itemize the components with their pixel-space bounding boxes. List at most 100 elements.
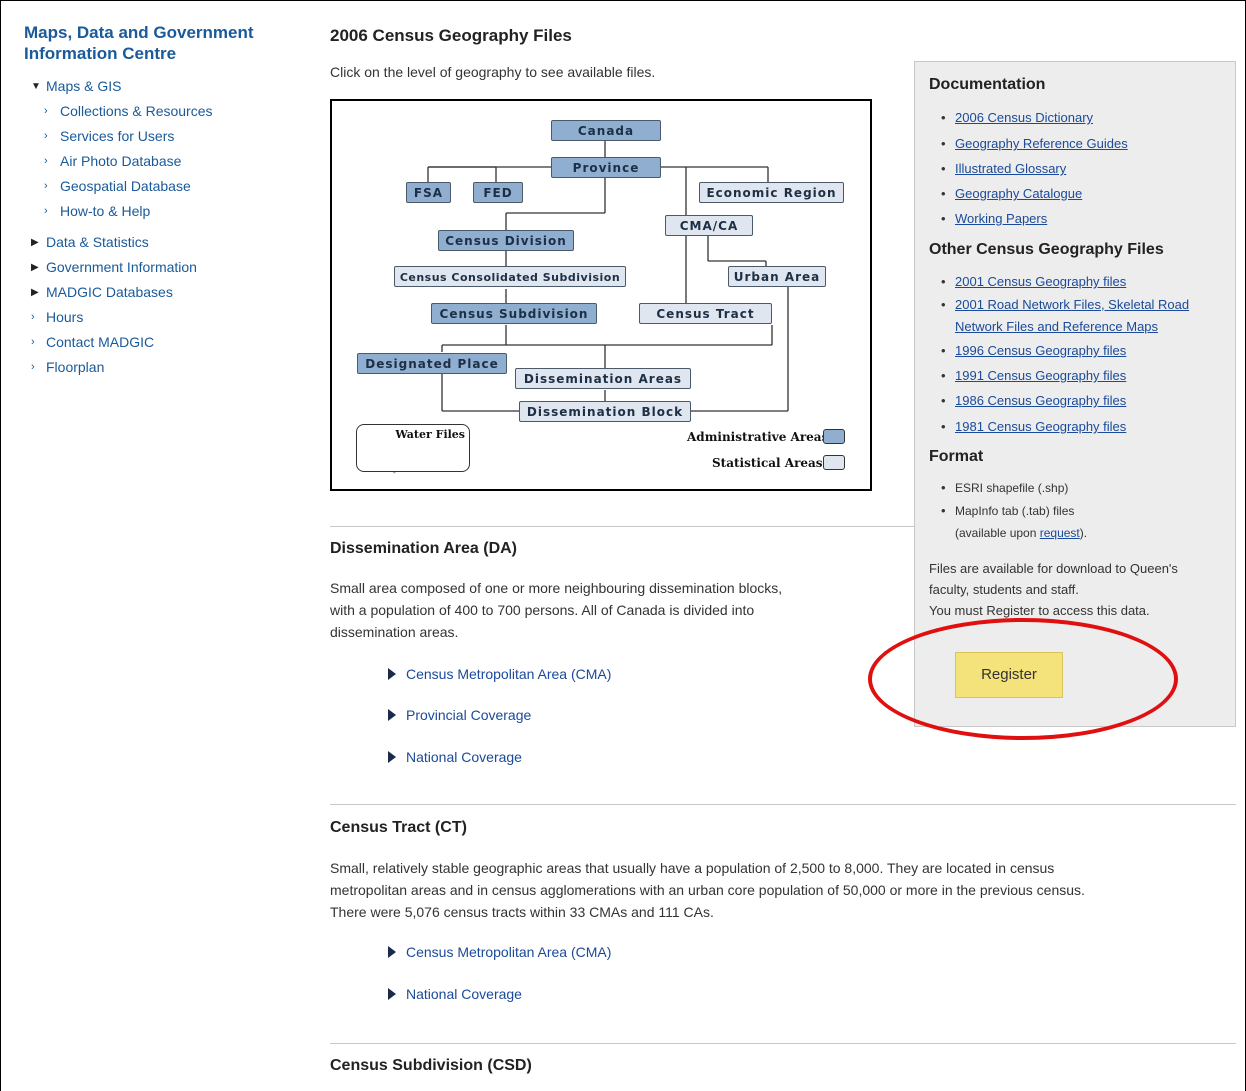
node-cma-ca[interactable]: CMA/CA — [665, 215, 753, 236]
ct-national-link[interactable]: National Coverage — [388, 984, 522, 1004]
play-triangle-icon — [388, 751, 396, 763]
other-file-item: • 1991 Census Geography files — [941, 368, 1127, 383]
collapsed-triangle-icon: ▶ — [31, 262, 39, 273]
expanded-triangle-icon: ▼ — [31, 81, 41, 92]
doc-link-item: • 2006 Census Dictionary — [941, 110, 1094, 125]
census-1991-link[interactable]: 1991 Census Geography files — [955, 368, 1126, 383]
doc-link-item: • Geography Reference Guides — [941, 136, 1128, 151]
section-desc-ct: Small, relatively stable geographic area… — [330, 860, 1085, 920]
census-2001-link[interactable]: 2001 Census Geography files — [955, 274, 1126, 289]
nav-item-contact[interactable]: › Contact MADGIC — [24, 330, 284, 355]
other-file-item: • 2001 Census Geography files — [941, 274, 1127, 289]
node-canada[interactable]: Canada — [551, 120, 661, 141]
arrow-icon: › — [31, 311, 35, 323]
node-economic-region[interactable]: Economic Region — [699, 182, 844, 203]
format-item: • MapInfo tab (.tab) files (available upon… — [941, 503, 1088, 540]
other-file-item: • 1986 Census Geography files — [941, 393, 1127, 408]
format-list: • ESRI shapefile (.shp) • MapInfo tab (.ta… — [929, 476, 1221, 544]
page-title: 2006 Census Geography Files — [330, 26, 572, 45]
node-dissemination-block[interactable]: Dissemination Block — [519, 401, 691, 422]
section-divider — [330, 804, 1236, 805]
other-file-item: • 2001 Road Network Files, Skeletal Road … — [941, 297, 1190, 334]
nav-item-howto[interactable]: › How-to & Help — [24, 199, 284, 224]
other-files-heading: Other Census Geography Files — [929, 241, 1164, 258]
census-dictionary-link[interactable]: 2006 Census Dictionary — [955, 110, 1093, 125]
nav-item-floorplan[interactable]: › Floorplan — [24, 355, 284, 380]
nav-item-gov-info[interactable]: ▶ Government Information — [24, 255, 284, 280]
illustrated-glossary-link[interactable]: Illustrated Glossary — [955, 161, 1066, 176]
arrow-icon: › — [44, 105, 48, 117]
node-designated-place[interactable]: Designated Place — [357, 353, 507, 374]
play-triangle-icon — [388, 709, 396, 721]
node-fed[interactable]: FED — [473, 182, 523, 203]
da-national-link[interactable]: National Coverage — [388, 747, 522, 767]
play-triangle-icon — [388, 988, 396, 1000]
legend-admin-label: Administrative Areas — [687, 430, 829, 444]
nav-item-data-stats[interactable]: ▶ Data & Statistics — [24, 230, 284, 255]
node-urban-area[interactable]: Urban Area — [728, 266, 826, 287]
collapsed-triangle-icon: ▶ — [31, 237, 39, 248]
nav-item-madgic-db[interactable]: ▶ MADGIC Databases — [24, 280, 284, 305]
request-link[interactable]: request — [1040, 526, 1080, 540]
arrow-icon: › — [44, 180, 48, 192]
nav-item-collections[interactable]: › Collections & Resources — [24, 99, 284, 124]
format-item: • ESRI shapefile (.shp) — [941, 480, 1069, 495]
section-title-da: Dissemination Area (DA) — [330, 540, 517, 557]
nav-item-services[interactable]: › Services for Users — [24, 124, 284, 149]
play-triangle-icon — [388, 668, 396, 680]
ct-cma-link[interactable]: Census Metropolitan Area (CMA) — [388, 942, 611, 962]
geography-reference-guides-link[interactable]: Geography Reference Guides — [955, 136, 1128, 151]
sidebar-nav: ▼ Maps & GIS › Collections & Resources › Se… — [24, 74, 284, 380]
nav-item-maps-gis[interactable]: ▼ Maps & GIS — [24, 74, 284, 99]
node-census-consolidated-subdivision[interactable]: Census Consolidated Subdivision — [394, 266, 626, 287]
road-network-2001-link[interactable]: 2001 Road Network Files, Skeletal Road N… — [955, 297, 1189, 334]
documentation-list: • 2006 Census Dictionary • Geography Refer… — [929, 105, 1221, 231]
water-files-button[interactable]: Water Files — [356, 424, 470, 472]
doc-link-item: • Geography Catalogue — [941, 186, 1083, 201]
format-heading: Format — [929, 448, 984, 465]
arrow-icon: › — [44, 130, 48, 142]
legend-stat-swatch — [823, 455, 845, 470]
other-files-list: • 2001 Census Geography files • 2001 Road … — [929, 270, 1221, 440]
section-desc-da: Small area composed of one or more neigh… — [330, 580, 783, 640]
collapsed-triangle-icon: ▶ — [31, 287, 39, 298]
census-1986-link[interactable]: 1986 Census Geography files — [955, 393, 1126, 408]
play-triangle-icon — [388, 946, 396, 958]
geography-hierarchy-diagram: Canada Province FSA FED Economic Region … — [330, 99, 872, 491]
doc-link-item: • Working Papers — [941, 211, 1048, 226]
legend-admin-swatch — [823, 429, 845, 444]
da-provincial-link[interactable]: Provincial Coverage — [388, 705, 531, 725]
arrow-icon: › — [31, 361, 35, 373]
node-province[interactable]: Province — [551, 157, 661, 178]
node-census-tract[interactable]: Census Tract — [639, 303, 772, 324]
section-divider — [330, 526, 914, 527]
census-1996-link[interactable]: 1996 Census Geography files — [955, 343, 1126, 358]
site-title[interactable]: Maps, Data and Government Information Ce… — [24, 22, 284, 64]
register-note: You must Register to access this data. — [929, 603, 1150, 618]
geography-catalogue-link[interactable]: Geography Catalogue — [955, 186, 1082, 201]
other-file-item: • 1981 Census Geography files — [941, 419, 1127, 434]
nav-item-geospatial[interactable]: › Geospatial Database — [24, 174, 284, 199]
census-1981-link[interactable]: 1981 Census Geography files — [955, 419, 1126, 434]
access-note: Files are available for download to Quee… — [929, 561, 1178, 597]
doc-link-item: • Illustrated Glossary — [941, 161, 1067, 176]
highlight-circle — [868, 618, 1178, 740]
section-title-ct: Census Tract (CT) — [330, 819, 467, 836]
da-cma-link[interactable]: Census Metropolitan Area (CMA) — [388, 664, 611, 684]
node-dissemination-areas[interactable]: Dissemination Areas — [515, 368, 691, 389]
intro-text: Click on the level of geography to see a… — [330, 64, 656, 80]
legend-stat-label: Statistical Areas — [712, 456, 823, 470]
section-title-csd: Census Subdivision (CSD) — [330, 1057, 532, 1074]
working-papers-link[interactable]: Working Papers — [955, 211, 1047, 226]
left-sidebar: Maps, Data and Government Information Ce… — [24, 22, 284, 380]
arrow-icon: › — [44, 155, 48, 167]
section-divider — [330, 1043, 1236, 1044]
nav-item-air-photo[interactable]: › Air Photo Database — [24, 149, 284, 174]
node-fsa[interactable]: FSA — [406, 182, 451, 203]
nav-item-hours[interactable]: › Hours — [24, 305, 284, 330]
node-census-division[interactable]: Census Division — [438, 230, 574, 251]
documentation-heading: Documentation — [929, 76, 1046, 93]
arrow-icon: › — [31, 336, 35, 348]
water-files-label: Water Files — [395, 428, 465, 441]
node-census-subdivision[interactable]: Census Subdivision — [431, 303, 597, 324]
